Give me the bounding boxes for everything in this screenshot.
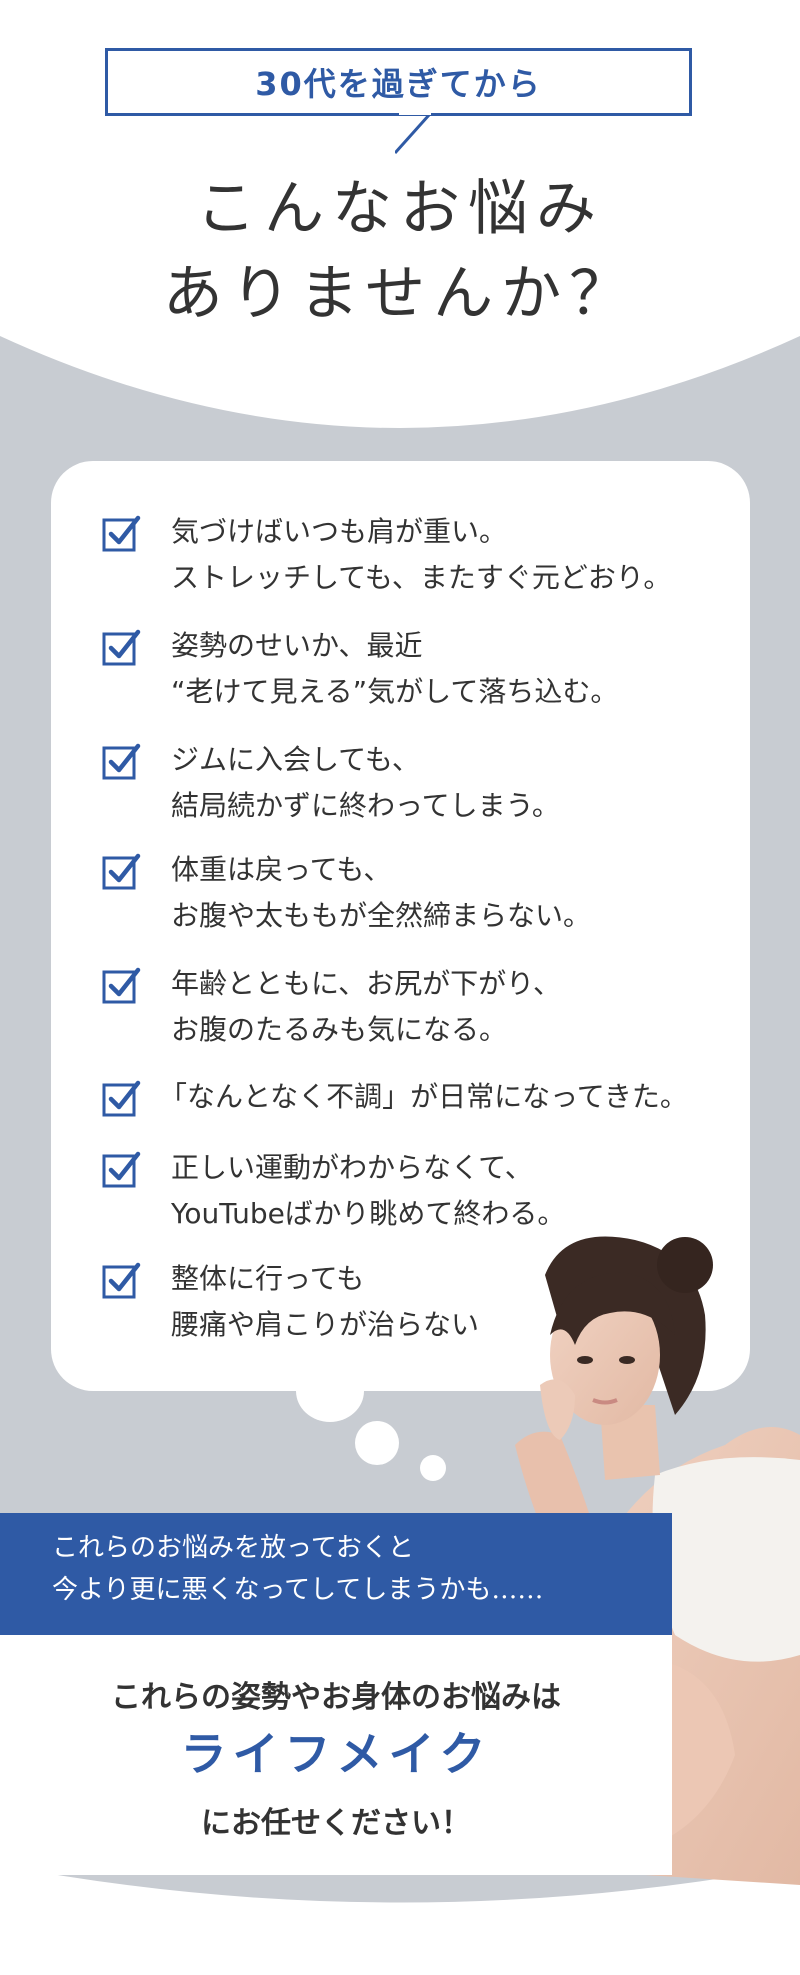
warning-banner-line1: これらのお悩みを放っておくと — [52, 1533, 414, 1563]
worry-text-line2: YouTubeばかり眺めて終わる。 — [171, 1197, 566, 1230]
worry-text-line2: ストレッチしても、またすぐ元どおり。 — [171, 561, 672, 594]
worry-item: 年齢とともに、お尻が下がり、 お腹のたるみも気になる。 — [101, 961, 561, 1053]
worry-item: 気づけばいつも肩が重い。 ストレッチしても、またすぐ元どおり。 — [101, 509, 671, 601]
page-headline-line1: こんなお悩み — [196, 174, 604, 244]
page-headline-line2: ありませんか？ — [162, 259, 638, 329]
worry-text-line2: お腹のたるみも気になる。 — [171, 1013, 508, 1046]
worry-text-line1: 整体に行っても — [171, 1262, 365, 1295]
brand-name: ライフメイク — [180, 1727, 492, 1781]
worry-text-line1: 姿勢のせいか、最近 — [171, 629, 423, 662]
checkbox-checked-icon — [102, 1080, 141, 1117]
checkbox-checked-icon — [102, 743, 141, 780]
thought-bubble-medium — [355, 1421, 399, 1465]
cta-box: これらの姿勢やお身体のお悩みは ライフメイク にお任せください！ — [0, 1635, 672, 1875]
worry-text-line1: 「なんとなく不調」が日常になってきた。 — [159, 1080, 688, 1113]
worry-text-line1: 正しい運動がわからなくて、 — [171, 1151, 533, 1184]
worry-item: 整体に行っても 腰痛や肩こりが治らない — [101, 1256, 479, 1348]
worry-text-line2: “老けて見える”気がして落ち込む。 — [171, 675, 619, 708]
worry-text-line1: 体重は戻っても、 — [171, 853, 392, 886]
intro-tag-text: 30代を過ぎてから — [255, 65, 542, 103]
worry-item: 体重は戻っても、 お腹や太ももが全然締まらない。 — [101, 847, 591, 939]
tag-tail-shape — [395, 113, 431, 155]
worry-text-line1: 年齢とともに、お尻が下がり、 — [171, 967, 562, 1000]
worry-text-line2: お腹や太ももが全然締まらない。 — [171, 899, 592, 932]
worry-item: 姿勢のせいか、最近 “老けて見える”気がして落ち込む。 — [101, 623, 618, 715]
thought-bubble-small — [420, 1455, 446, 1481]
worry-text-line1: ジムに入会しても、 — [171, 743, 420, 776]
worry-item: 正しい運動がわからなくて、 YouTubeばかり眺めて終わる。 — [101, 1145, 565, 1237]
warning-banner-line2: 今より更に悪くなってしてしまうかも…… — [52, 1575, 544, 1605]
cta-lead-text: これらの姿勢やお身体のお悩みは — [111, 1680, 561, 1715]
worry-item: ジムに入会しても、 結局続かずに終わってしまう。 — [101, 737, 560, 829]
worry-item: 「なんとなく不調」が日常になってきた。 — [101, 1074, 688, 1120]
cta-closing-text: にお任せください！ — [201, 1806, 471, 1841]
checkbox-checked-icon — [102, 1151, 141, 1188]
intro-tag: 30代を過ぎてから — [105, 48, 692, 116]
checkbox-checked-icon — [102, 1262, 141, 1299]
warning-banner: これらのお悩みを放っておくと 今より更に悪くなってしてしまうかも…… — [0, 1513, 672, 1635]
worry-text-line1: 気づけばいつも肩が重い。 — [171, 515, 508, 548]
checkbox-checked-icon — [102, 515, 141, 552]
checkbox-checked-icon — [102, 967, 141, 1004]
worry-text-line2: 腰痛や肩こりが治らない — [171, 1308, 480, 1341]
thought-bubble-large — [296, 1360, 364, 1422]
checkbox-checked-icon — [102, 853, 141, 890]
checkbox-checked-icon — [102, 629, 141, 666]
worry-text-line2: 結局続かずに終わってしまう。 — [171, 789, 560, 822]
